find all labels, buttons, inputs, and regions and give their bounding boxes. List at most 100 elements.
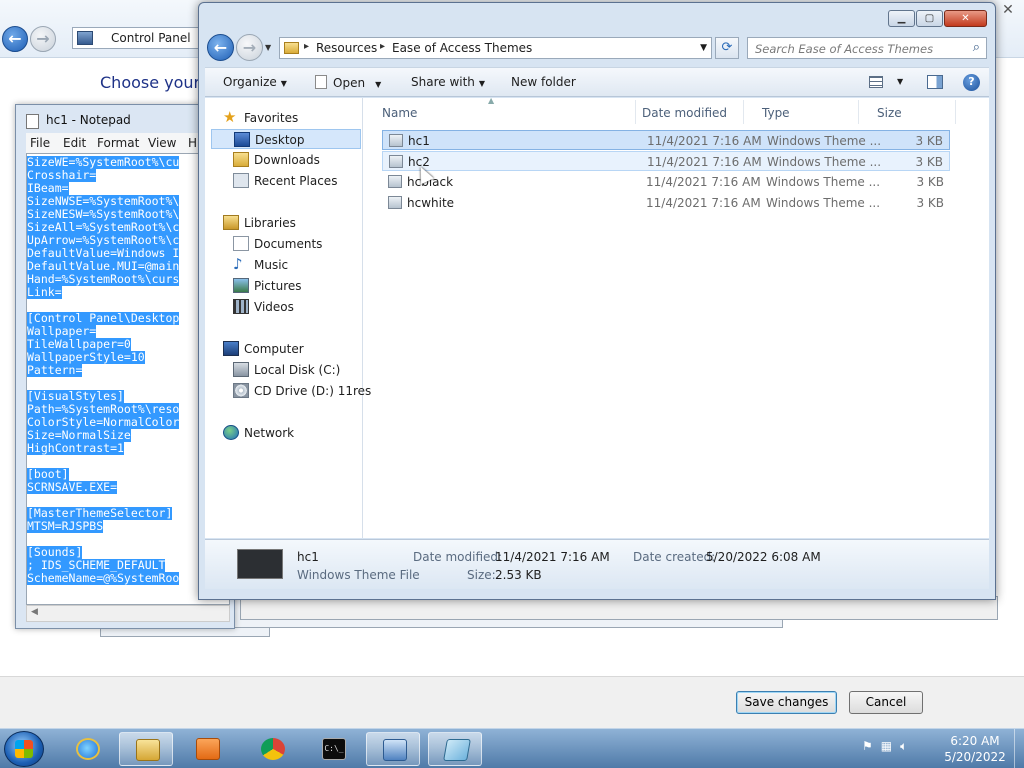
new-folder-button[interactable]: New folder <box>511 75 576 89</box>
nav-recent-places[interactable]: Recent Places <box>233 171 361 191</box>
search-input[interactable]: Search Ease of Access Themes ⌕ <box>747 37 987 59</box>
menu-help[interactable]: H <box>188 136 197 150</box>
address-bar[interactable]: ▸ Resources ▸ Ease of Access Themes ▼ <box>279 37 712 59</box>
cp-forward-button[interactable]: → <box>30 26 56 52</box>
search-icon[interactable]: ⌕ <box>973 40 980 55</box>
notepad-text-line: HighContrast=1 <box>27 441 124 455</box>
column-header-size[interactable]: Size <box>859 100 956 124</box>
view-options-dropdown-icon[interactable]: ▼ <box>897 77 903 86</box>
menu-file[interactable]: File <box>30 136 50 150</box>
file-name: hcwhite <box>407 196 455 210</box>
back-arrow-icon: ← <box>213 38 228 57</box>
navigation-pane[interactable]: ★ Favorites Desktop Downloads Recent Plac… <box>205 98 371 538</box>
clock-date: 5/20/2022 <box>944 750 1006 764</box>
taskbar-chrome[interactable] <box>245 732 299 766</box>
file-row[interactable]: hc2 11/4/2021 7:16 AM Windows Theme ... … <box>382 151 950 171</box>
folder-icon <box>136 739 160 761</box>
minimize-icon[interactable]: ▁ <box>888 10 915 27</box>
refresh-button[interactable]: ⟳ <box>715 37 739 59</box>
file-list[interactable]: ▲ Name Date modified Type Size hc1 11/4/… <box>364 96 989 538</box>
file-size: 3 KB <box>916 175 944 189</box>
taskbar: C:\_ ⚑ ▦ 🔈︎ 6:20 AM 5/20/2022 <box>0 728 1024 768</box>
chevron-right-icon[interactable]: ▸ <box>304 41 309 52</box>
file-row[interactable]: hcblack 11/4/2021 7:16 AM Windows Theme … <box>382 172 950 192</box>
chrome-icon <box>261 738 285 760</box>
details-size-value: 2.53 KB <box>495 568 542 582</box>
change-view-icon[interactable] <box>869 76 883 88</box>
nav-desktop[interactable]: Desktop <box>211 129 361 149</box>
cp-close-icon[interactable]: ✕ <box>998 2 1018 20</box>
menu-edit[interactable]: Edit <box>63 136 86 150</box>
preview-pane-icon[interactable] <box>927 75 943 89</box>
dialog-body: ★ Favorites Desktop Downloads Recent Plac… <box>205 96 989 538</box>
menu-view[interactable]: View <box>148 136 176 150</box>
taskbar-clock[interactable]: 6:20 AM 5/20/2022 <box>940 733 1010 765</box>
address-dropdown-icon[interactable]: ▼ <box>700 43 707 53</box>
volume-icon[interactable]: 🔈︎ <box>900 739 907 753</box>
file-row[interactable]: hc1 11/4/2021 7:16 AM Windows Theme ... … <box>382 130 950 150</box>
cp-address-bar[interactable]: Control Panel <box>72 27 202 49</box>
taskbar-command-prompt[interactable]: C:\_ <box>306 732 360 766</box>
column-header-type[interactable]: Type <box>744 100 859 124</box>
save-changes-button[interactable]: Save changes <box>736 691 837 714</box>
column-header-name[interactable]: Name <box>364 100 636 124</box>
nav-documents[interactable]: Documents <box>233 234 361 254</box>
nav-libraries[interactable]: Libraries <box>223 213 361 233</box>
search-placeholder: Search Ease of Access Themes <box>755 42 934 56</box>
nav-computer[interactable]: Computer <box>223 339 361 359</box>
column-header-date-modified[interactable]: Date modified <box>624 100 744 124</box>
organize-button[interactable]: Organize ▼ <box>223 75 287 89</box>
network-tray-icon[interactable]: ▦ <box>881 739 892 753</box>
windows-logo-icon <box>15 740 33 758</box>
nav-music[interactable]: ♪ Music <box>233 255 361 275</box>
taskbar-control-panel[interactable] <box>366 732 420 766</box>
notepad-horizontal-scrollbar[interactable]: ◀ <box>26 605 230 622</box>
file-type: Windows Theme ... <box>766 196 881 210</box>
taskbar-media-player[interactable] <box>180 732 234 766</box>
system-tray: ⚑ ▦ 🔈︎ <box>862 739 915 754</box>
nav-pictures[interactable]: Pictures <box>233 276 361 296</box>
file-row[interactable]: hcwhite 11/4/2021 7:16 AM Windows Theme … <box>382 193 950 213</box>
cancel-button[interactable]: Cancel <box>849 691 923 714</box>
cp-back-button[interactable]: ← <box>2 26 28 52</box>
show-desktop-button[interactable] <box>1014 729 1024 768</box>
action-center-flag-icon[interactable]: ⚑ <box>862 739 873 753</box>
breadcrumb-ease-of-access-themes[interactable]: Ease of Access Themes <box>392 41 532 55</box>
media-player-icon <box>196 738 220 760</box>
chevron-right-icon[interactable]: ▸ <box>380 41 385 52</box>
theme-file-icon <box>388 175 402 188</box>
nav-network[interactable]: Network <box>223 423 361 443</box>
recent-pages-dropdown-icon[interactable]: ▼ <box>265 43 271 52</box>
menu-format[interactable]: Format <box>97 136 139 150</box>
nav-cd-drive[interactable]: CD Drive (D:) 11res <box>233 381 371 401</box>
notepad-text-line: Pattern= <box>27 363 83 377</box>
notepad-icon <box>26 114 39 129</box>
nav-local-disk[interactable]: Local Disk (C:) <box>233 360 361 380</box>
taskbar-internet-explorer[interactable] <box>60 732 114 766</box>
forward-button[interactable]: → <box>236 34 263 61</box>
file-size: 3 KB <box>915 155 943 169</box>
maximize-icon[interactable]: ▢ <box>916 10 943 27</box>
internet-explorer-icon <box>76 738 100 760</box>
open-button[interactable]: Open ▼ <box>315 75 381 90</box>
scroll-left-icon[interactable]: ◀ <box>31 607 38 617</box>
nav-downloads[interactable]: Downloads <box>233 150 361 170</box>
document-icon <box>315 75 327 89</box>
computer-icon <box>223 341 239 356</box>
taskbar-notepad[interactable] <box>428 732 482 766</box>
back-button[interactable]: ← <box>207 34 234 61</box>
nav-network-label: Network <box>244 426 295 440</box>
close-icon[interactable]: ✕ <box>944 10 987 27</box>
taskbar-windows-explorer[interactable] <box>119 732 173 766</box>
nav-favorites[interactable]: ★ Favorites <box>223 108 361 128</box>
details-modified-label: Date modified: <box>413 550 503 564</box>
nav-videos[interactable]: Videos <box>233 297 361 317</box>
recent-places-icon <box>233 173 249 188</box>
breadcrumb-resources[interactable]: Resources <box>316 41 377 55</box>
start-button[interactable] <box>4 731 44 767</box>
share-with-button[interactable]: Share with ▼ <box>411 75 485 89</box>
details-pane: hc1 Windows Theme File Date modified: 11… <box>205 539 989 589</box>
help-icon[interactable]: ? <box>963 74 980 91</box>
theme-file-icon <box>388 196 402 209</box>
nav-cd-drive-label: CD Drive (D:) 11res <box>254 384 372 398</box>
